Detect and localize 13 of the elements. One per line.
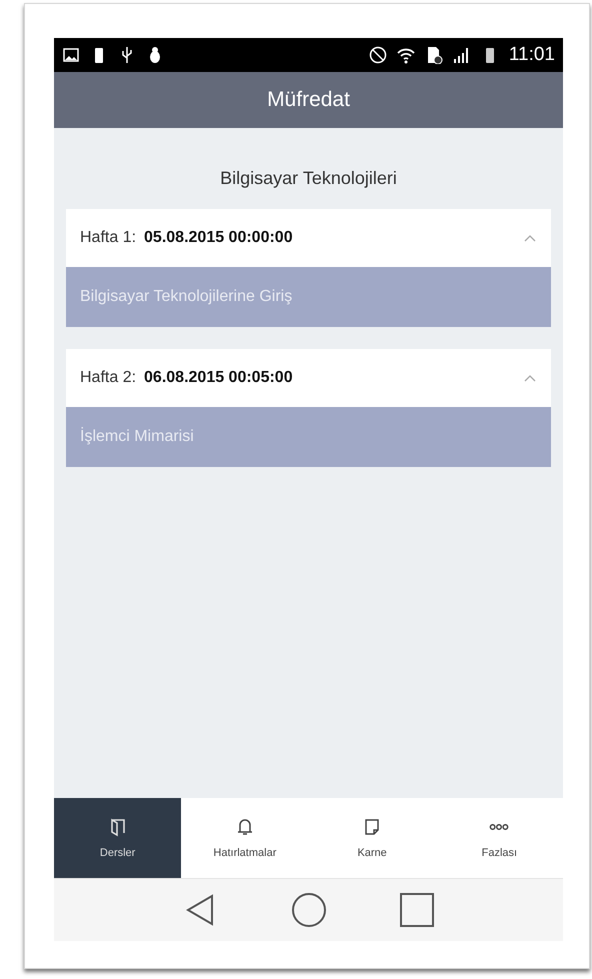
chevron-up-icon xyxy=(523,233,537,243)
signal-icon xyxy=(452,46,471,64)
week-header[interactable]: Hafta 2: 06.08.2015 00:05:00 xyxy=(66,349,551,407)
chevron-up-icon xyxy=(523,373,537,383)
image-icon xyxy=(62,46,80,64)
week-header[interactable]: Hafta 1: 05.08.2015 00:00:00 xyxy=(66,209,551,267)
clock-time: 11:01 xyxy=(508,44,555,66)
recents-icon[interactable] xyxy=(398,891,436,929)
course-title: Bilgisayar Teknolojileri xyxy=(219,168,398,189)
wifi-icon xyxy=(396,46,415,64)
tab-button[interactable]: Dersler xyxy=(54,798,182,878)
app-title-bar: Müfredat xyxy=(54,72,563,128)
home-icon[interactable] xyxy=(290,891,328,929)
